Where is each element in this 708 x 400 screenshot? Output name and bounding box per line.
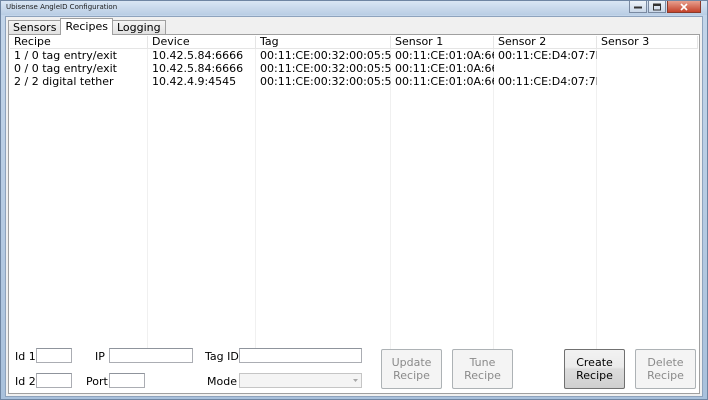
tag-id-field[interactable] [239, 348, 362, 363]
cell-sensor-1: 00:11:CE:01:0A:66 [395, 62, 494, 75]
cell-tag: 00:11:CE:00:32:00:05:58 [260, 62, 391, 75]
mode-select[interactable] [239, 373, 362, 388]
column-header-sensor-1[interactable]: Sensor 1 [391, 36, 494, 49]
minimize-button[interactable] [629, 1, 647, 13]
app-window: Ubisense AngleID Configuration Sensors R… [0, 0, 708, 400]
cell-recipe: 0 / 0 tag entry/exit [14, 62, 117, 75]
close-button[interactable] [667, 1, 701, 13]
gridline [147, 49, 148, 353]
chevron-down-icon [353, 379, 358, 382]
port-field[interactable] [109, 373, 145, 388]
id1-field[interactable] [36, 348, 72, 363]
cell-tag: 00:11:CE:00:32:00:05:58 [260, 49, 391, 62]
column-header-tag[interactable]: Tag [256, 36, 391, 49]
cell-sensor-1: 00:11:CE:01:0A:66 [395, 49, 494, 62]
gridline [493, 49, 494, 353]
id2-field[interactable] [36, 373, 72, 388]
client-area: Sensors Recipes Logging Recipe Device Ta… [5, 16, 703, 397]
maximize-icon [653, 3, 661, 10]
update-recipe-label-line1: Update [391, 356, 432, 369]
column-gridlines [10, 49, 698, 353]
mode-label: Mode [207, 375, 237, 388]
table-row[interactable]: 2 / 2 digital tether 10.42.4.9:4545 00:1… [10, 75, 698, 88]
tune-recipe-label-line2: Recipe [464, 369, 501, 382]
delete-recipe-label-line2: Recipe [647, 369, 684, 382]
tab-sensors[interactable]: Sensors [8, 20, 62, 35]
column-header-recipe[interactable]: Recipe [10, 36, 148, 49]
cell-sensor-2: 00:11:CE:D4:07:7D [498, 75, 597, 88]
cell-tag: 00:11:CE:00:32:00:05:58 [260, 75, 391, 88]
list-header: Recipe Device Tag Sensor 1 Sensor 2 Sens… [10, 36, 698, 49]
update-recipe-label-line2: Recipe [393, 369, 430, 382]
gridline [596, 49, 597, 353]
gridline [255, 49, 256, 353]
ip-field[interactable] [109, 348, 193, 363]
cell-device: 10.42.4.9:4545 [152, 75, 237, 88]
tag-id-label: Tag ID [205, 350, 239, 363]
cell-recipe: 2 / 2 digital tether [14, 75, 114, 88]
delete-recipe-button[interactable]: Delete Recipe [635, 349, 696, 389]
window-title: Ubisense AngleID Configuration [6, 3, 118, 11]
port-label: Port [86, 375, 108, 388]
cell-device: 10.42.5.84:6666 [152, 62, 244, 75]
cell-sensor-2: 00:11:CE:D4:07:7D [498, 49, 597, 62]
cell-sensor-3 [597, 49, 698, 62]
tab-logging[interactable]: Logging [111, 20, 166, 35]
table-row[interactable]: 0 / 0 tag entry/exit 10.42.5.84:6666 00:… [10, 62, 698, 75]
minimize-icon [634, 6, 642, 8]
cell-sensor-2 [494, 62, 597, 75]
gridline [390, 49, 391, 353]
cell-device: 10.42.5.84:6666 [152, 49, 244, 62]
recipes-tab-page: Recipe Device Tag Sensor 1 Sensor 2 Sens… [8, 34, 700, 394]
column-header-device[interactable]: Device [148, 36, 256, 49]
create-recipe-label-line1: Create [576, 356, 613, 369]
title-bar[interactable]: Ubisense AngleID Configuration [1, 1, 707, 15]
id1-label: Id 1 [15, 350, 36, 363]
list-body: 1 / 0 tag entry/exit 10.42.5.84:6666 00:… [10, 49, 698, 88]
ip-label: IP [95, 350, 105, 363]
create-recipe-label-line2: Recipe [576, 369, 613, 382]
cell-sensor-3 [597, 62, 698, 75]
cell-recipe: 1 / 0 tag entry/exit [14, 49, 117, 62]
table-row[interactable]: 1 / 0 tag entry/exit 10.42.5.84:6666 00:… [10, 49, 698, 62]
column-header-sensor-2[interactable]: Sensor 2 [494, 36, 597, 49]
tune-recipe-button[interactable]: Tune Recipe [452, 349, 513, 389]
tab-recipes[interactable]: Recipes [60, 18, 113, 35]
maximize-button[interactable] [648, 1, 666, 13]
close-icon [680, 2, 688, 11]
column-header-sensor-3[interactable]: Sensor 3 [597, 36, 698, 49]
caption-buttons [628, 1, 701, 15]
tune-recipe-label-line1: Tune [469, 356, 496, 369]
update-recipe-button[interactable]: Update Recipe [381, 349, 442, 389]
cell-sensor-1: 00:11:CE:01:0A:66 [395, 75, 494, 88]
delete-recipe-label-line1: Delete [647, 356, 684, 369]
tab-strip: Sensors Recipes Logging [8, 18, 166, 35]
create-recipe-button[interactable]: Create Recipe [564, 349, 625, 389]
id2-label: Id 2 [15, 375, 36, 388]
cell-sensor-3 [597, 75, 698, 88]
recipes-list[interactable]: Recipe Device Tag Sensor 1 Sensor 2 Sens… [10, 36, 698, 353]
